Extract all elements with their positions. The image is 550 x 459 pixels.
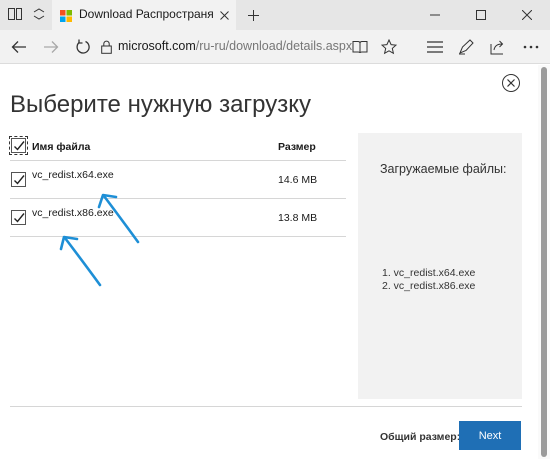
next-button[interactable]: Next <box>459 421 521 450</box>
summary-title: Загружаемые файлы: <box>380 162 507 176</box>
column-header-size: Размер <box>278 141 316 153</box>
browser-tab[interactable]: Download Распространя <box>52 0 236 30</box>
lock-icon <box>98 36 114 58</box>
tab-manager-icon[interactable] <box>4 4 26 24</box>
download-summary-panel: Загружаемые файлы: 1. vc_redist.x64.exe … <box>358 133 522 443</box>
navigation-bar: microsoft.com/ru-ru/download/details.asp… <box>0 30 550 64</box>
hub-icon[interactable] <box>424 36 446 58</box>
maximize-icon[interactable] <box>458 0 504 30</box>
more-icon[interactable] <box>520 36 542 58</box>
summary-file-item: 1. vc_redist.x64.exe <box>382 267 476 279</box>
table-row[interactable]: vc_redist.x64.exe 14.6 MB <box>10 161 346 199</box>
file-size: 14.6 MB <box>278 174 318 186</box>
page-content: Выберите нужную загрузку Имя файла Разме… <box>0 65 550 459</box>
divider <box>10 406 522 407</box>
file-name: vc_redist.x86.exe <box>32 207 114 219</box>
share-icon[interactable] <box>487 36 509 58</box>
forward-icon[interactable] <box>40 36 62 58</box>
close-window-icon[interactable] <box>504 0 550 30</box>
close-tab-icon[interactable] <box>216 7 232 23</box>
table-row[interactable]: vc_redist.x86.exe 13.8 MB <box>10 199 346 237</box>
url-path: /ru-ru/download/details.aspx <box>195 39 353 53</box>
tab-title: Download Распространя <box>79 7 214 21</box>
url-host: microsoft.com <box>118 39 196 53</box>
file-checkbox-x86[interactable] <box>11 210 26 225</box>
refresh-icon[interactable] <box>72 36 94 58</box>
column-header-filename: Имя файла <box>32 141 91 153</box>
table-header: Имя файла Размер <box>9 133 346 161</box>
close-dialog-icon[interactable] <box>502 74 520 92</box>
tab-preview-icon[interactable] <box>28 4 50 24</box>
download-table: Имя файла Размер vc_redist.x64.exe 14.6 … <box>9 133 346 237</box>
microsoft-logo-icon <box>60 9 72 22</box>
reading-view-icon[interactable] <box>349 36 371 58</box>
back-icon[interactable] <box>8 36 30 58</box>
summary-file-item: 2. vc_redist.x86.exe <box>382 280 476 292</box>
address-bar[interactable]: microsoft.com/ru-ru/download/details.asp… <box>118 39 352 53</box>
file-name: vc_redist.x64.exe <box>32 169 114 181</box>
favorite-star-icon[interactable] <box>378 36 400 58</box>
file-checkbox-x64[interactable] <box>11 172 26 187</box>
page-title: Выберите нужную загрузку <box>10 91 312 118</box>
minimize-icon[interactable] <box>412 0 458 30</box>
summary-file-list: 1. vc_redist.x64.exe 2. vc_redist.x86.ex… <box>382 267 475 293</box>
file-size: 13.8 MB <box>278 212 318 224</box>
new-tab-icon[interactable] <box>244 6 262 24</box>
window-controls <box>412 0 550 30</box>
web-note-icon[interactable] <box>455 36 477 58</box>
tab-bar: Download Распространя <box>0 0 550 30</box>
scrollbar-thumb[interactable] <box>541 67 547 457</box>
select-all-checkbox[interactable] <box>9 136 28 155</box>
